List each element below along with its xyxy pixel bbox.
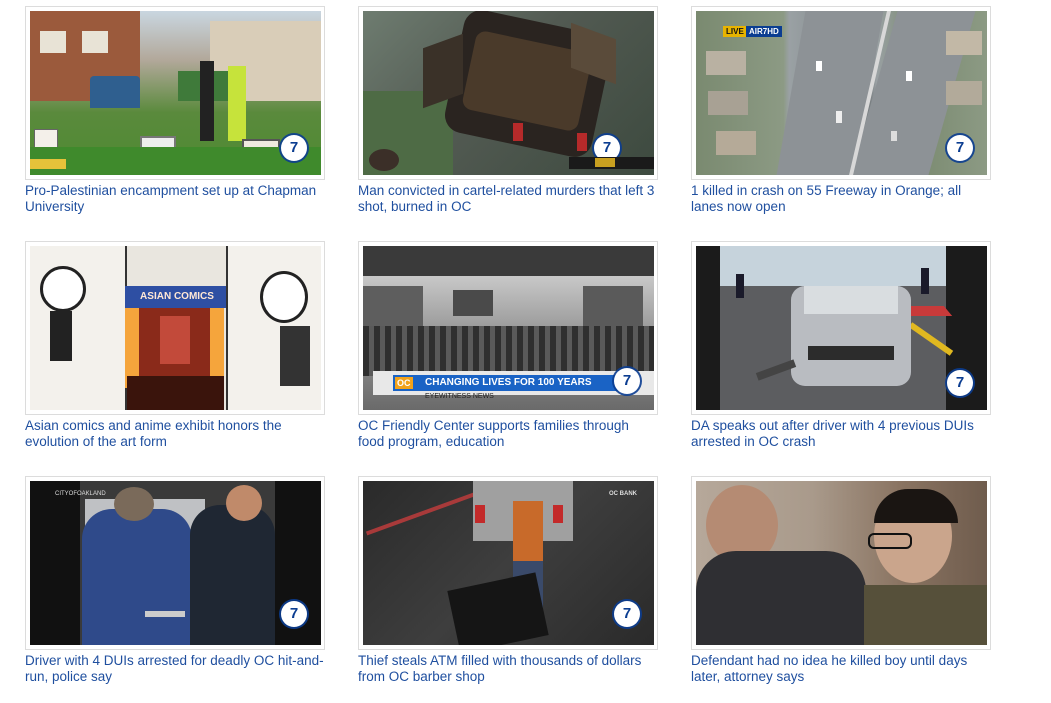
photo-atm-theft: OC BANK 7 [363, 481, 654, 645]
thumbnail[interactable]: CITYOFOAKLAND 7 [25, 476, 325, 650]
air7hd-badge: AIR7HD [746, 26, 782, 37]
news-card[interactable]: Defendant had no idea he killed boy unti… [691, 476, 993, 684]
abc7-logo-icon: 7 [947, 135, 973, 161]
abc7-logo-icon: 7 [614, 368, 640, 394]
headline-link[interactable]: OC Friendly Center supports families thr… [358, 418, 658, 450]
news-card[interactable]: 7 Pro-Palestinian encampment set up at C… [25, 6, 327, 214]
thumbnail[interactable]: ASIAN COMICS [25, 241, 325, 415]
news-card[interactable]: 7 Man convicted in cartel-related murder… [358, 6, 660, 214]
photo-crashed-car: 7 [696, 246, 987, 410]
headline-link[interactable]: Defendant had no idea he killed boy unti… [691, 653, 991, 685]
headline-link[interactable]: Driver with 4 DUIs arrested for deadly O… [25, 653, 325, 685]
news-card[interactable]: OC BANK 7 Thief steals ATM filled with t… [358, 476, 660, 684]
headline-link[interactable]: Man convicted in cartel-related murders … [358, 183, 658, 215]
banner-sub: EYEWITNESS NEWS [425, 393, 494, 400]
news-card[interactable]: ASIAN COMICS Asian comics and anime exhi… [25, 241, 327, 449]
thumbnail[interactable]: 7 [691, 241, 991, 415]
thumbnail[interactable]: 7 [25, 6, 325, 180]
headline-link[interactable]: Pro-Palestinian encampment set up at Cha… [25, 183, 325, 215]
headline-link[interactable]: Thief steals ATM filled with thousands o… [358, 653, 658, 685]
headline-link[interactable]: 1 killed in crash on 55 Freeway in Orang… [691, 183, 991, 215]
news-card[interactable]: LIVE AIR7HD 7 1 killed in crash on 55 Fr… [691, 6, 993, 214]
photo-comics-exhibit: ASIAN COMICS [30, 246, 321, 410]
thumbnail[interactable]: LIVE AIR7HD 7 [691, 6, 991, 180]
abc7-logo-icon: 7 [614, 601, 640, 627]
headline-link[interactable]: Asian comics and anime exhibit honors th… [25, 418, 325, 450]
photo-arrest: CITYOFOAKLAND 7 [30, 481, 321, 645]
photo-freeway: LIVE AIR7HD 7 [696, 11, 987, 175]
photo-historic-crowd: OC CHANGING LIVES FOR 100 YEARS EYEWITNE… [363, 246, 654, 410]
photo-encampment: 7 [30, 11, 321, 175]
thumbnail[interactable]: 7 [358, 6, 658, 180]
news-card[interactable]: 7 DA speaks out after driver with 4 prev… [691, 241, 993, 449]
watermark: CITYOFOAKLAND [55, 491, 106, 497]
thumbnail[interactable]: OC BANK 7 [358, 476, 658, 650]
exhibit-sign: ASIAN COMICS [140, 291, 214, 302]
photo-burned-car: 7 [363, 11, 654, 175]
news-card[interactable]: CITYOFOAKLAND 7 Driver with 4 DUIs arres… [25, 476, 327, 684]
abc7-logo-icon: 7 [281, 601, 307, 627]
oc-tag: OC [395, 377, 413, 389]
live-badge: LIVE [723, 26, 747, 37]
thumbnail[interactable] [691, 476, 991, 650]
photo-courtroom [696, 481, 987, 645]
news-grid: 7 Pro-Palestinian encampment set up at C… [0, 0, 1051, 703]
news-card[interactable]: OC CHANGING LIVES FOR 100 YEARS EYEWITNE… [358, 241, 660, 449]
thumbnail[interactable]: OC CHANGING LIVES FOR 100 YEARS EYEWITNE… [358, 241, 658, 415]
banner-text: CHANGING LIVES FOR 100 YEARS [425, 377, 592, 388]
headline-link[interactable]: DA speaks out after driver with 4 previo… [691, 418, 991, 450]
abc7-logo-icon: 7 [947, 370, 973, 396]
abc7-logo-icon: 7 [281, 135, 307, 161]
shop-sign: OC BANK [609, 491, 637, 497]
